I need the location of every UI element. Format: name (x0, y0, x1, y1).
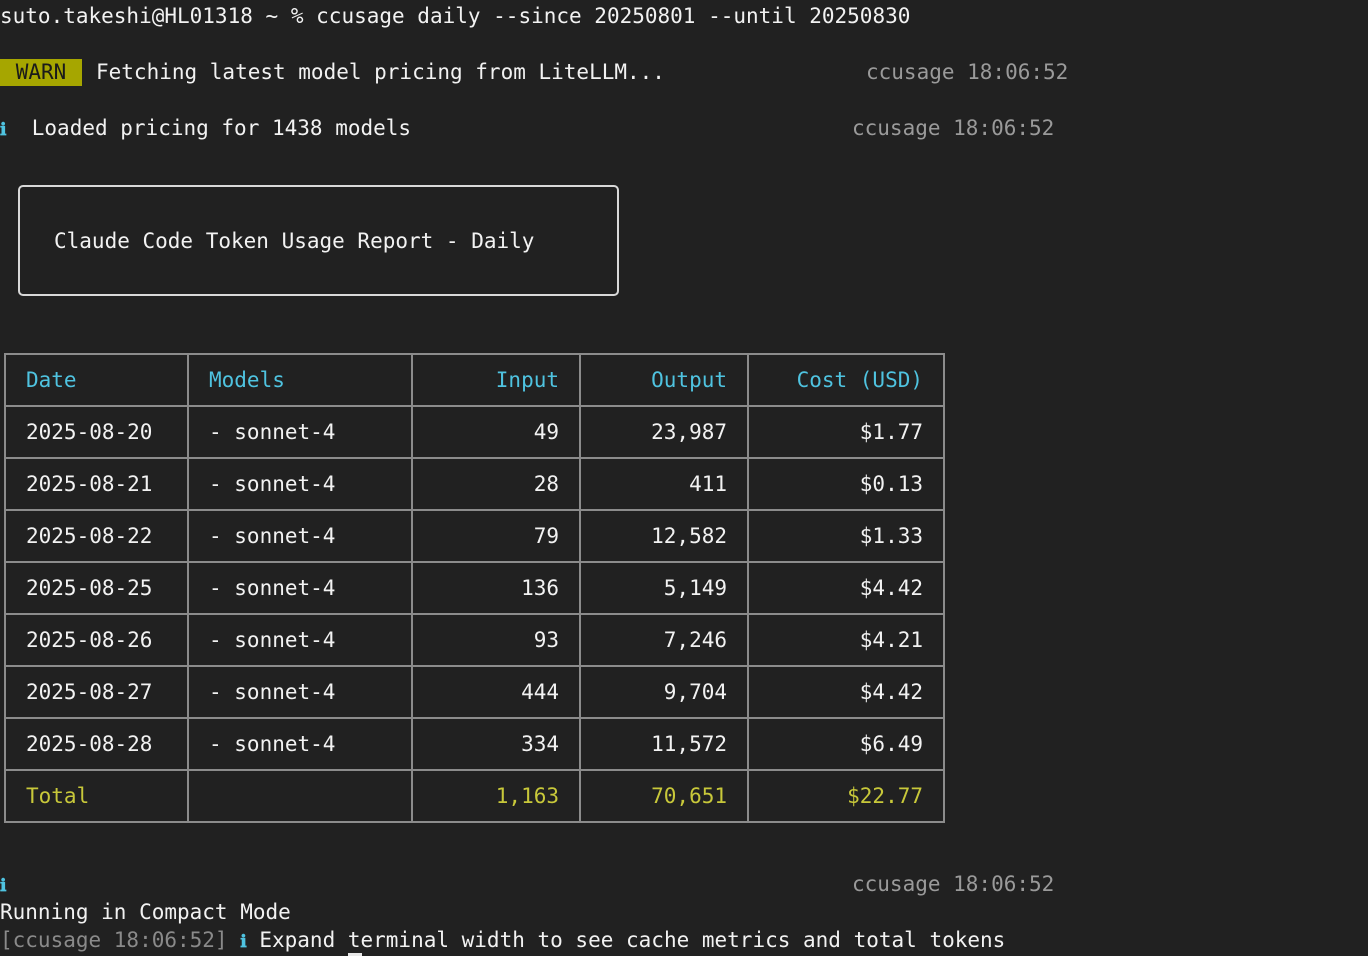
table-row: 2025-08-21 - sonnet-4 28 411 $0.13 (4, 457, 945, 511)
bracket-timestamp: [ccusage 18:06:52] (0, 928, 228, 952)
warn-badge: WARN (0, 59, 82, 86)
total-output: 70,651 (579, 769, 749, 823)
cell-input: 136 (411, 561, 581, 615)
cell-output: 411 (579, 457, 749, 511)
cell-date: 2025-08-21 (4, 457, 189, 511)
prompt-cwd: ~ (265, 4, 279, 28)
table-header-row: Date Models Input Output Cost (USD) (4, 353, 945, 407)
info-timestamp: ccusage 18:06:52 (852, 116, 1055, 140)
cell-models: - sonnet-4 (187, 613, 413, 667)
cell-date: 2025-08-20 (4, 405, 189, 459)
table-row: 2025-08-27 - sonnet-4 444 9,704 $4.42 (4, 665, 945, 719)
cell-date: 2025-08-26 (4, 613, 189, 667)
cell-cost: $4.42 (747, 665, 945, 719)
cell-date: 2025-08-25 (4, 561, 189, 615)
cell-cost: $4.21 (747, 613, 945, 667)
table-row: 2025-08-26 - sonnet-4 93 7,246 $4.21 (4, 613, 945, 667)
warn-message: Fetching latest model pricing from LiteL… (96, 60, 665, 84)
cell-models: - sonnet-4 (187, 457, 413, 511)
cell-models: - sonnet-4 (187, 717, 413, 771)
info-line: ℹ Loaded pricing for 1438 models (0, 114, 411, 142)
cell-output: 9,704 (579, 665, 749, 719)
report-title: Claude Code Token Usage Report - Daily (54, 229, 535, 253)
cell-input: 28 (411, 457, 581, 511)
cell-date: 2025-08-27 (4, 665, 189, 719)
header-models: Models (187, 353, 413, 407)
cell-output: 5,149 (579, 561, 749, 615)
info-icon: ℹ (0, 120, 7, 140)
cell-output: 7,246 (579, 613, 749, 667)
total-cost: $22.77 (747, 769, 945, 823)
table-row: 2025-08-25 - sonnet-4 136 5,149 $4.42 (4, 561, 945, 615)
cell-output: 11,572 (579, 717, 749, 771)
expand-message: Expand terminal width to see cache metri… (259, 928, 1006, 952)
compact-mode-message: Running in Compact Mode (0, 900, 291, 924)
expand-line: [ccusage 18:06:52] ℹ Expand terminal wid… (0, 926, 1005, 954)
info-icon: ℹ (0, 876, 7, 896)
total-label: Total (4, 769, 189, 823)
total-input: 1,163 (411, 769, 581, 823)
cell-models: - sonnet-4 (187, 561, 413, 615)
warn-timestamp: ccusage 18:06:52 (866, 60, 1069, 84)
total-models (187, 769, 413, 823)
cell-input: 49 (411, 405, 581, 459)
cell-models: - sonnet-4 (187, 665, 413, 719)
table-row: 2025-08-28 - sonnet-4 334 11,572 $6.49 (4, 717, 945, 771)
table-total-row: Total 1,163 70,651 $22.77 (4, 769, 945, 823)
info2-timestamp: ccusage 18:06:52 (852, 872, 1055, 896)
cell-date: 2025-08-22 (4, 509, 189, 563)
cell-cost: $0.13 (747, 457, 945, 511)
cell-input: 93 (411, 613, 581, 667)
prompt-command: ccusage daily --since 20250801 --until 2… (316, 4, 911, 28)
header-input: Input (411, 353, 581, 407)
cell-date: 2025-08-28 (4, 717, 189, 771)
header-date: Date (4, 353, 189, 407)
cell-input: 444 (411, 665, 581, 719)
info-message: Loaded pricing for 1438 models (31, 116, 412, 140)
report-title-box: Claude Code Token Usage Report - Daily (18, 185, 619, 296)
cell-cost: $1.77 (747, 405, 945, 459)
cell-output: 23,987 (579, 405, 749, 459)
header-cost: Cost (USD) (747, 353, 945, 407)
cell-models: - sonnet-4 (187, 509, 413, 563)
table-row: 2025-08-20 - sonnet-4 49 23,987 $1.77 (4, 405, 945, 459)
cell-input: 79 (411, 509, 581, 563)
cell-cost: $4.42 (747, 561, 945, 615)
prompt-symbol: % (290, 4, 304, 28)
table-row: 2025-08-22 - sonnet-4 79 12,582 $1.33 (4, 509, 945, 563)
prompt-line: suto.takeshi@HL01318 ~ % ccusage daily -… (0, 2, 910, 30)
header-output: Output (579, 353, 749, 407)
cell-output: 12,582 (579, 509, 749, 563)
usage-table: Date Models Input Output Cost (USD) 2025… (4, 353, 945, 823)
cell-cost: $6.49 (747, 717, 945, 771)
info-line-2: ℹ (0, 870, 6, 898)
prompt-user-host: suto.takeshi@HL01318 (0, 4, 253, 28)
cell-input: 334 (411, 717, 581, 771)
cell-cost: $1.33 (747, 509, 945, 563)
info-icon: ℹ (240, 932, 247, 952)
cell-models: - sonnet-4 (187, 405, 413, 459)
